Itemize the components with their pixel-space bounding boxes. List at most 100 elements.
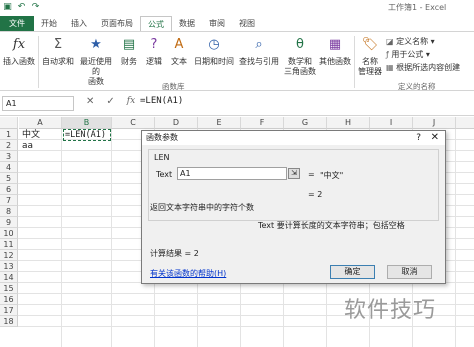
recent-label-1: 最近使用的 — [80, 57, 112, 76]
row-header-1[interactable]: 1 — [0, 129, 18, 140]
book-icon: ▤ — [122, 37, 136, 52]
insert-function-label: 插入函数 — [3, 57, 35, 66]
row-header-5[interactable]: 5 — [0, 173, 18, 184]
lookup-label: 查找与引用 — [239, 57, 279, 66]
tab-page-layout[interactable]: 页面布局 — [94, 16, 140, 31]
use-in-formula-button[interactable]: ƒ 用于公式 ▾ — [386, 49, 430, 60]
formula-input[interactable]: =LEN(A1) — [140, 96, 183, 106]
text-book-icon: A — [174, 37, 184, 52]
logical-label: 逻辑 — [146, 57, 162, 66]
tag-icon: 🏷 — [361, 37, 379, 52]
help-link[interactable]: 有关该函数的帮助(H) — [150, 268, 226, 279]
math-label-1: 数学和 — [288, 57, 312, 66]
name-manager-button[interactable]: 🏷 名称 管理器 — [356, 35, 384, 77]
row-header-7[interactable]: 7 — [0, 195, 18, 206]
row-header-10[interactable]: 10 — [0, 228, 18, 239]
close-icon[interactable]: ✕ — [431, 132, 439, 143]
save-icon[interactable]: ▣ — [2, 2, 13, 13]
fx-icon[interactable]: fx — [127, 96, 135, 107]
row-header-8[interactable]: 8 — [0, 206, 18, 217]
tab-formulas[interactable]: 公式 — [140, 16, 172, 31]
autosum-button[interactable]: Σ 自动求和 — [41, 35, 75, 67]
create-from-selection-label: 根据所选内容创建 — [396, 63, 461, 72]
row-header-4[interactable]: 4 — [0, 162, 18, 173]
define-name-label: 定义名称 — [396, 37, 429, 46]
formula-bar-icons: ✕ ✓ fx — [86, 96, 135, 107]
redo-icon[interactable]: ↷ — [30, 2, 41, 13]
column-header-a[interactable]: A — [19, 117, 62, 129]
datetime-button[interactable]: ◷ 日期和时间 — [193, 35, 235, 67]
tab-review[interactable]: 审阅 — [202, 16, 232, 31]
column-header-f[interactable]: F — [241, 117, 284, 129]
column-header-b[interactable]: B — [62, 117, 112, 129]
more-functions-button[interactable]: ▦ 其他函数 — [318, 35, 352, 67]
function-arguments-dialog: 函数参数 ? ✕ LEN Text A1 ⇲ = "中文" = 2 返回文本字符… — [141, 130, 446, 284]
collapse-dialog-icon[interactable]: ⇲ — [288, 168, 300, 179]
confirm-icon[interactable]: ✓ — [106, 96, 114, 107]
row-header-14[interactable]: 14 — [0, 272, 18, 283]
column-header-e[interactable]: E — [198, 117, 241, 129]
cancel-icon[interactable]: ✕ — [86, 96, 94, 107]
function-library-group-label: 函数库 — [162, 82, 185, 91]
define-name-button[interactable]: ◪ 定义名称 ▾ — [386, 36, 435, 47]
name-manager-label-2: 管理器 — [358, 67, 382, 76]
row-header-3[interactable]: 3 — [0, 151, 18, 162]
column-header-h[interactable]: H — [327, 117, 370, 129]
financial-button[interactable]: ▤ 财务 — [118, 35, 140, 67]
formula-bar: A1 ✕ ✓ fx =LEN(A1) — [0, 92, 474, 116]
name-box[interactable]: A1 — [2, 96, 74, 111]
recent-functions-button[interactable]: ★ 最近使用的 函数 — [78, 35, 114, 87]
argument-input[interactable]: A1 — [177, 167, 287, 180]
argument-description: Text 要计算长度的文本字符串；包括空格 — [258, 221, 405, 230]
quick-access-toolbar: ▣ ↶ ↷ — [2, 2, 41, 13]
select-all-corner[interactable] — [0, 117, 18, 129]
help-icon[interactable]: ? — [416, 133, 421, 143]
column-header-j[interactable]: J — [413, 117, 456, 129]
lookup-button[interactable]: ⌕ 查找与引用 — [238, 35, 280, 67]
ok-button[interactable]: 确定 — [330, 265, 375, 279]
row-header-13[interactable]: 13 — [0, 261, 18, 272]
cancel-button[interactable]: 取消 — [387, 265, 432, 279]
undo-icon[interactable]: ↶ — [16, 2, 27, 13]
cell-a1[interactable]: 中文 — [22, 130, 40, 141]
tab-file[interactable]: 文件 — [0, 16, 34, 31]
cell-a2[interactable]: aa — [22, 141, 33, 152]
row-header-6[interactable]: 6 — [0, 184, 18, 195]
column-header-c[interactable]: C — [112, 117, 155, 129]
logical-button[interactable]: ? 逻辑 — [143, 35, 165, 67]
row-header-9[interactable]: 9 — [0, 217, 18, 228]
text-button[interactable]: A 文本 — [168, 35, 190, 67]
argument-eq: = — [308, 170, 315, 179]
math-button[interactable]: θ 数学和 三角函数 — [284, 35, 316, 77]
row-header-12[interactable]: 12 — [0, 250, 18, 261]
column-header-d[interactable]: D — [155, 117, 198, 129]
ribbon: fx 插入函数 Σ 自动求和 ★ 最近使用的 函数 ▤ 财务 ? 逻辑 A 文本… — [0, 31, 474, 91]
column-header-i[interactable]: I — [370, 117, 413, 129]
row-header-11[interactable]: 11 — [0, 239, 18, 250]
insert-function-button[interactable]: fx 插入函数 — [2, 35, 36, 67]
argument-label: Text — [156, 170, 173, 179]
group-separator — [354, 36, 355, 88]
star-icon: ★ — [90, 37, 102, 52]
cell-b1[interactable]: =LEN(A1) — [63, 129, 111, 141]
row-header-18[interactable]: 18 — [0, 316, 18, 327]
create-from-selection-icon: ▦ — [386, 63, 397, 72]
calc-result: 计算结果 = 2 — [150, 249, 199, 258]
create-from-selection-button[interactable]: ▦ 根据所选内容创建 — [386, 62, 460, 73]
column-header-k[interactable]: K — [456, 117, 474, 129]
tab-insert[interactable]: 插入 — [64, 16, 94, 31]
column-header-g[interactable]: G — [284, 117, 327, 129]
function-name: LEN — [154, 153, 170, 162]
tab-data[interactable]: 数据 — [172, 16, 202, 31]
dialog-title: 函数参数 — [142, 131, 445, 145]
autosum-label: 自动求和 — [42, 57, 74, 66]
function-result: = 2 — [308, 190, 323, 199]
row-header-2[interactable]: 2 — [0, 140, 18, 151]
tab-home[interactable]: 开始 — [34, 16, 64, 31]
tab-view[interactable]: 视图 — [232, 16, 262, 31]
financial-label: 财务 — [121, 57, 137, 66]
row-header-16[interactable]: 16 — [0, 294, 18, 305]
search-book-icon: ⌕ — [255, 37, 263, 52]
row-header-17[interactable]: 17 — [0, 305, 18, 316]
row-header-15[interactable]: 15 — [0, 283, 18, 294]
